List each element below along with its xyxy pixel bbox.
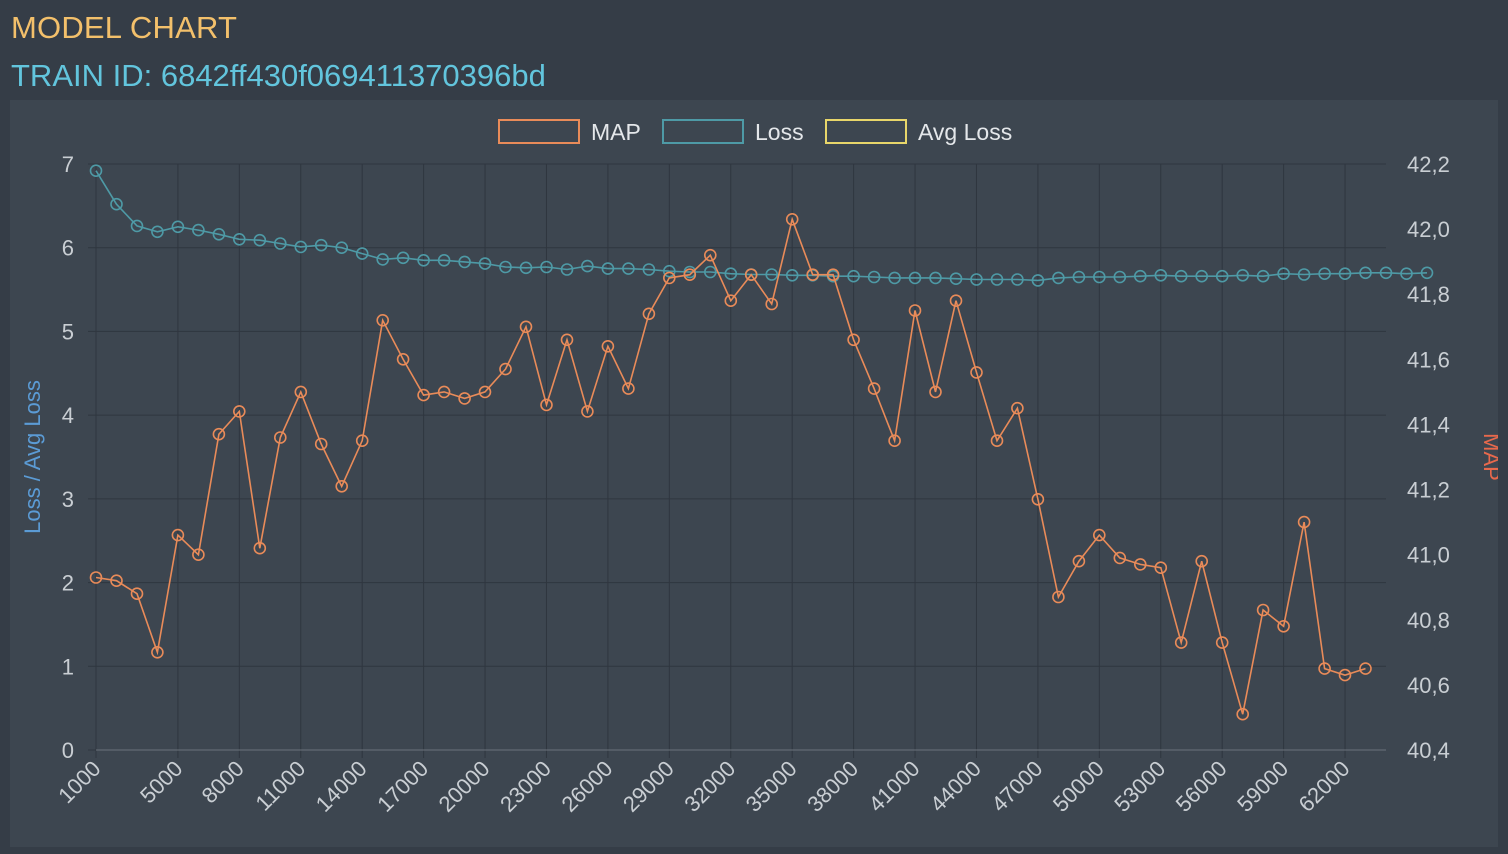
legend-label: Loss xyxy=(755,119,804,145)
x-tick-label: 62000 xyxy=(1294,756,1355,817)
loss-line xyxy=(95,170,1428,282)
right-tick-label: 42,0 xyxy=(1407,217,1450,242)
left-tick-label: 6 xyxy=(62,236,74,261)
right-tick-label: 40,6 xyxy=(1407,673,1450,698)
legend-label: Avg Loss xyxy=(918,119,1012,145)
page-title: MODEL CHART xyxy=(11,10,238,45)
chart-header: MODEL CHART TRAIN ID: 6842ff430f06941137… xyxy=(0,0,1508,100)
x-tick-label: 44000 xyxy=(925,756,986,817)
x-tick-label: 50000 xyxy=(1048,756,1109,817)
legend-swatch xyxy=(498,119,580,144)
x-tick-label: 32000 xyxy=(679,756,740,817)
x-tick-label: 26000 xyxy=(556,756,617,817)
left-tick-label: 7 xyxy=(62,152,74,177)
x-tick-label: 29000 xyxy=(618,756,679,817)
left-tick-label: 2 xyxy=(62,571,74,596)
left-tick-label: 0 xyxy=(62,738,74,763)
model-chart: 0 1 2 3 4 5 6 7 40,4 40,6 40,8 41,0 41,2 41,4 41,6 41,8… xyxy=(20,119,1498,817)
left-tick-label: 3 xyxy=(62,487,74,512)
grid-lines xyxy=(88,163,1386,758)
right-tick-label: 41,4 xyxy=(1407,412,1450,437)
x-tick-label: 5000 xyxy=(135,756,187,808)
x-tick-label: 1000 xyxy=(53,756,105,808)
left-axis-title: Loss / Avg Loss xyxy=(20,380,45,534)
legend: MAP Loss Avg Loss xyxy=(498,119,1012,145)
right-tick-label: 41,0 xyxy=(1407,543,1450,568)
legend-swatch xyxy=(662,119,744,144)
right-tick-label: 42,2 xyxy=(1407,152,1450,177)
legend-item: Avg Loss xyxy=(825,119,1012,145)
right-axis-title: MAP xyxy=(1479,433,1498,481)
x-tick-label: 23000 xyxy=(495,756,556,817)
right-axis-ticks: 40,4 40,6 40,8 41,0 41,2 41,4 41,6 41,8 42,0 42,2 xyxy=(1407,152,1450,763)
x-tick-label: 56000 xyxy=(1171,756,1232,817)
legend-swatch xyxy=(825,119,907,144)
x-tick-label: 14000 xyxy=(311,756,372,817)
x-tick-label: 53000 xyxy=(1109,756,1170,817)
x-tick-label: 38000 xyxy=(802,756,863,817)
right-tick-label: 41,2 xyxy=(1407,478,1450,503)
legend-label: MAP xyxy=(591,119,641,145)
train-id-label: TRAIN ID: 6842ff430f069411370396bd xyxy=(11,58,546,93)
x-tick-label: 11000 xyxy=(251,756,311,816)
right-tick-label: 40,4 xyxy=(1407,738,1450,763)
x-tick-label: 35000 xyxy=(741,756,802,817)
x-tick-label: 41000 xyxy=(864,756,925,817)
right-tick-label: 40,8 xyxy=(1407,608,1450,633)
left-tick-label: 4 xyxy=(62,403,74,428)
left-tick-label: 5 xyxy=(62,319,74,344)
loss-series xyxy=(89,164,1434,287)
x-tick-label: 47000 xyxy=(986,756,1047,817)
chart-panel: 0 1 2 3 4 5 6 7 40,4 40,6 40,8 41,0 41,2 41,4 41,6 41,8… xyxy=(10,100,1498,847)
x-tick-label: 20000 xyxy=(434,756,495,817)
left-axis-ticks: 0 1 2 3 4 5 6 7 xyxy=(62,152,74,763)
right-tick-label: 41,6 xyxy=(1407,347,1450,372)
legend-item: MAP xyxy=(498,119,641,145)
x-tick-label: 8000 xyxy=(197,756,249,808)
x-tick-label: 59000 xyxy=(1232,756,1293,817)
right-tick-label: 41,8 xyxy=(1407,282,1450,307)
legend-item: Loss xyxy=(662,119,804,145)
x-tick-label: 17000 xyxy=(372,756,433,817)
x-axis-ticks: 1000 5000 8000 11000 14000 17000 20000 23000 260… xyxy=(53,756,1354,817)
left-tick-label: 1 xyxy=(62,654,74,679)
